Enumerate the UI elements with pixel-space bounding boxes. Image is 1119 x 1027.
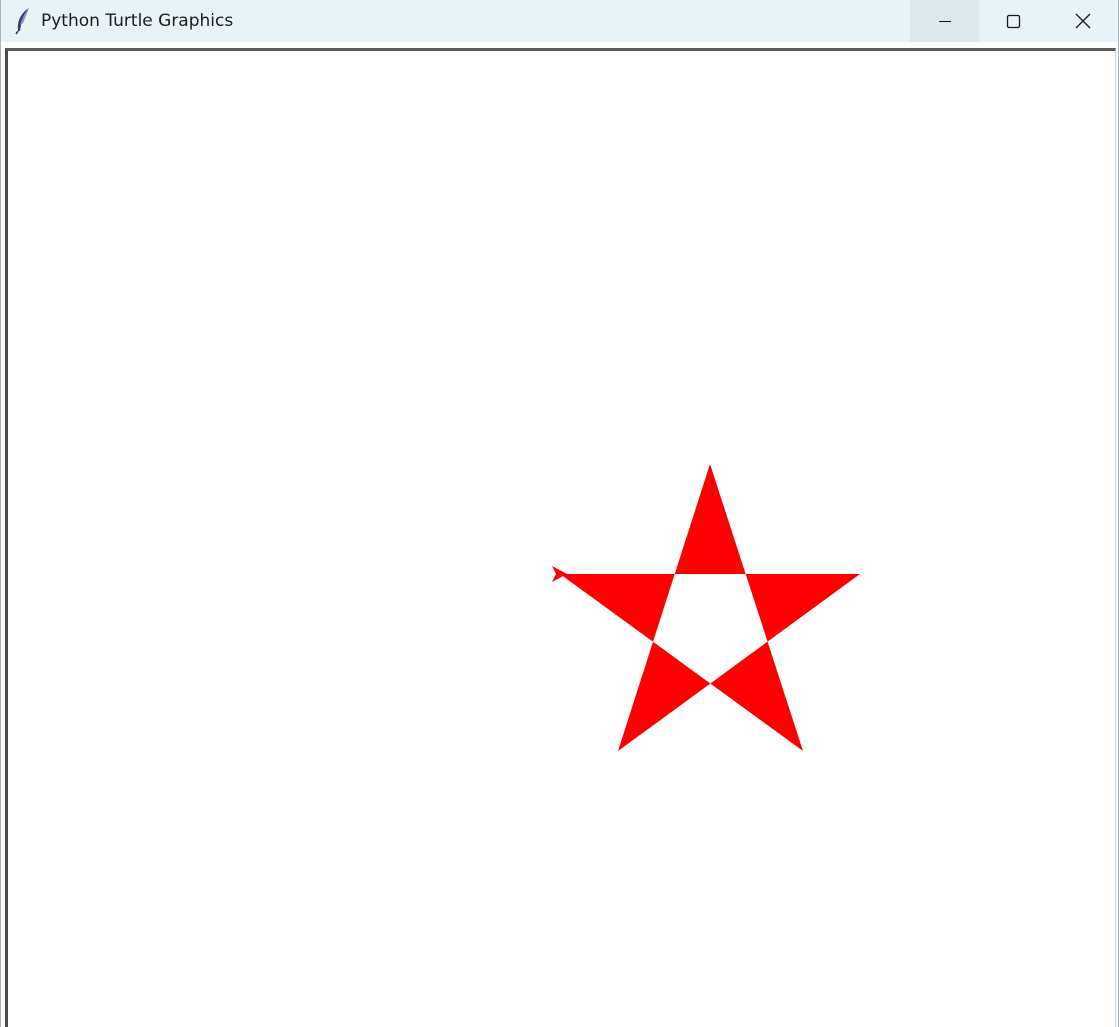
window-title: Python Turtle Graphics	[41, 11, 234, 31]
minimize-icon	[938, 14, 952, 28]
minimize-button[interactable]	[910, 0, 979, 42]
turtle-canvas	[552, 464, 860, 751]
close-icon	[1075, 13, 1091, 29]
turtle-canvas-area[interactable]	[5, 48, 1116, 1027]
title-bar[interactable]: Python Turtle Graphics	[1, 0, 1118, 42]
close-button[interactable]	[1048, 0, 1118, 42]
maximize-icon	[1006, 14, 1021, 29]
maximize-button[interactable]	[979, 0, 1048, 42]
turtle-cursor-icon	[552, 566, 567, 582]
turtle-window: Python Turtle Graphics	[0, 0, 1119, 1027]
feather-icon	[14, 7, 32, 35]
red-star-drawing	[560, 464, 860, 751]
